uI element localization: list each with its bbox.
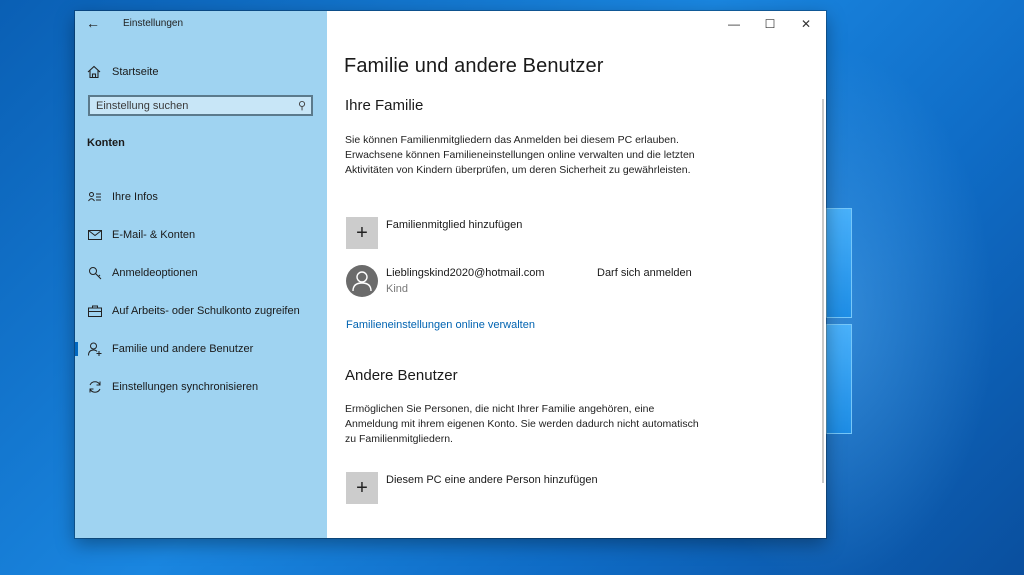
title-bar: ← Einstellungen [75, 11, 327, 37]
sidebar-item-label: Familie und andere Benutzer [112, 343, 254, 355]
other-users-description: Ermöglichen Sie Personen, die nicht Ihre… [345, 403, 699, 445]
member-permission: Darf sich anmelden [597, 267, 692, 279]
main-content: — ☐ ✕ Familie und andere Benutzer Ihre F… [327, 11, 826, 538]
close-icon: ✕ [800, 17, 812, 31]
sidebar-item-label: Einstellungen synchronisieren [112, 381, 259, 393]
add-other-person-label: Diesem PC eine andere Person hinzufügen [386, 474, 598, 486]
sidebar-item-label: Auf Arbeits- oder Schulkonto zugreifen [112, 305, 300, 317]
sidebar-item-label: E-Mail- & Konten [112, 229, 196, 241]
sidebar-item-label: Anmeldeoptionen [112, 267, 198, 279]
sidebar-item-label: Ihre Infos [112, 191, 158, 203]
windows-logo [826, 208, 852, 434]
sidebar-item-anmeldeoptionen[interactable]: Anmeldeoptionen [75, 254, 327, 292]
sidebar-item-synchronisieren[interactable]: Einstellungen synchronisieren [75, 368, 327, 406]
back-arrow-icon[interactable]: ← [85, 15, 101, 31]
close-button[interactable]: ✕ [788, 11, 824, 37]
search-icon[interactable]: ⚲ [298, 99, 306, 112]
minimize-button[interactable]: — [716, 11, 752, 37]
family-heading: Ihre Familie [345, 97, 424, 114]
briefcase-icon [87, 303, 103, 319]
home-icon [87, 65, 101, 79]
scrollbar[interactable] [822, 99, 824, 483]
sidebar: ← Einstellungen Startseite ⚲ Konten Ihre… [75, 11, 327, 538]
sidebar-nav: Ihre Infos E-Mail- & Konten Anmeldeoptio… [75, 178, 327, 406]
plus-icon: + [346, 472, 378, 504]
person-card-icon [87, 189, 103, 205]
avatar [346, 265, 378, 297]
search-box[interactable]: ⚲ [88, 95, 313, 116]
minimize-icon: — [728, 17, 740, 31]
other-users-heading: Andere Benutzer [345, 367, 458, 384]
sidebar-item-ihre-infos[interactable]: Ihre Infos [75, 178, 327, 216]
key-icon [87, 265, 103, 281]
person-add-icon [87, 341, 103, 357]
manage-family-link[interactable]: Familieneinstellungen online verwalten [346, 319, 535, 331]
section-title: Konten [87, 137, 125, 149]
add-other-person-button[interactable]: + Diesem PC eine andere Person hinzufüge… [346, 472, 598, 504]
settings-window: ← Einstellungen Startseite ⚲ Konten Ihre… [75, 11, 826, 538]
maximize-icon: ☐ [764, 17, 776, 31]
member-role: Kind [386, 283, 409, 295]
page-title: Familie und andere Benutzer [344, 55, 604, 77]
add-family-member-label: Familienmitglied hinzufügen [386, 219, 523, 231]
member-email: Lieblingskind2020@hotmail.com [386, 267, 545, 279]
maximize-button[interactable]: ☐ [752, 11, 788, 37]
sidebar-item-familie[interactable]: Familie und andere Benutzer [75, 330, 327, 368]
family-member-row[interactable]: Lieblingskind2020@hotmail.com Kind Darf … [346, 265, 786, 299]
plus-icon: + [346, 217, 378, 249]
home-label: Startseite [112, 66, 159, 78]
mail-icon [87, 227, 103, 243]
add-family-member-button[interactable]: + Familienmitglied hinzufügen [346, 217, 522, 249]
sidebar-item-arbeitskonto[interactable]: Auf Arbeits- oder Schulkonto zugreifen [75, 292, 327, 330]
sidebar-item-email-konten[interactable]: E-Mail- & Konten [75, 216, 327, 254]
home-link[interactable]: Startseite [87, 63, 158, 81]
app-title: Einstellungen [123, 18, 184, 29]
family-description: Sie können Familienmitgliedern das Anmel… [345, 134, 695, 176]
sync-icon [87, 379, 103, 395]
search-input[interactable] [96, 99, 286, 112]
